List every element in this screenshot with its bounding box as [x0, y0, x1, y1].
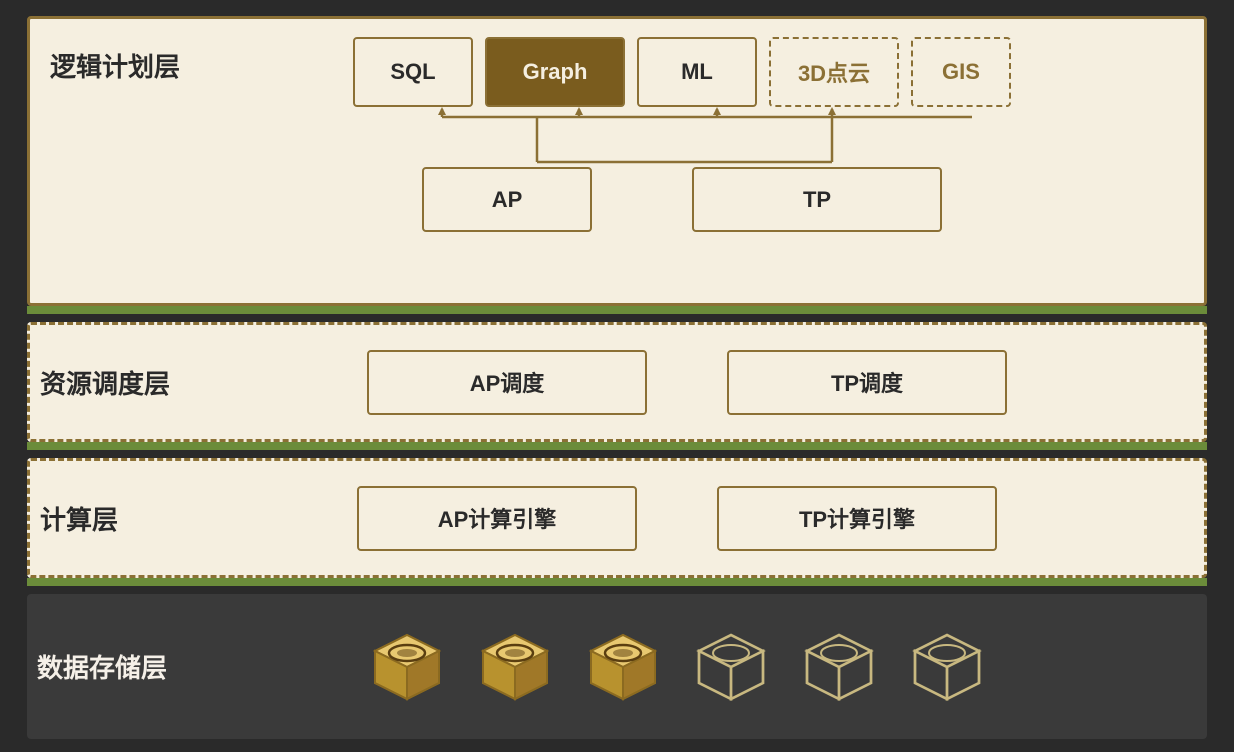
logic-layer-label: 逻辑计划层	[40, 37, 180, 84]
storage-layer: 数据存储层	[27, 594, 1207, 739]
db-cube-2	[475, 627, 555, 707]
gis-box: GIS	[911, 37, 1011, 107]
tp-box: TP	[692, 167, 942, 232]
db-cube-6	[907, 627, 987, 707]
top-boxes-row: SQL Graph ML 3D点云 GIS	[353, 37, 1011, 107]
logic-content: SQL Graph ML 3D点云 GIS	[180, 37, 1184, 232]
storage-content	[167, 627, 1207, 707]
compute-layer: 计算层 AP计算引擎 TP计算引擎	[27, 458, 1207, 578]
schedule-layer-label: 资源调度层	[30, 364, 170, 401]
ml-box: ML	[637, 37, 757, 107]
tp-compute-box: TP计算引擎	[717, 486, 997, 551]
graph-box: Graph	[485, 37, 625, 107]
ap-compute-box: AP计算引擎	[357, 486, 637, 551]
storage-layer-label: 数据存储层	[27, 648, 167, 685]
separator-3	[27, 578, 1207, 586]
ap-schedule-box: AP调度	[367, 350, 647, 415]
separator-1	[27, 306, 1207, 314]
db-cube-4	[691, 627, 771, 707]
architecture-diagram: 逻辑计划层 SQL Graph ML 3D点云 GIS	[27, 16, 1207, 736]
connector-lines	[382, 107, 982, 167]
bottom-boxes-row: AP TP	[422, 167, 942, 232]
db-cube-5	[799, 627, 879, 707]
schedule-content: AP调度 TP调度	[170, 350, 1204, 415]
logic-layer: 逻辑计划层 SQL Graph ML 3D点云 GIS	[27, 16, 1207, 306]
schedule-layer: 资源调度层 AP调度 TP调度	[27, 322, 1207, 442]
separator-2	[27, 442, 1207, 450]
sql-box: SQL	[353, 37, 473, 107]
db-cube-3	[583, 627, 663, 707]
db-cube-1	[367, 627, 447, 707]
compute-content: AP计算引擎 TP计算引擎	[150, 486, 1204, 551]
3d-box: 3D点云	[769, 37, 899, 107]
ap-box: AP	[422, 167, 592, 232]
compute-layer-label: 计算层	[30, 500, 150, 537]
tp-schedule-box: TP调度	[727, 350, 1007, 415]
